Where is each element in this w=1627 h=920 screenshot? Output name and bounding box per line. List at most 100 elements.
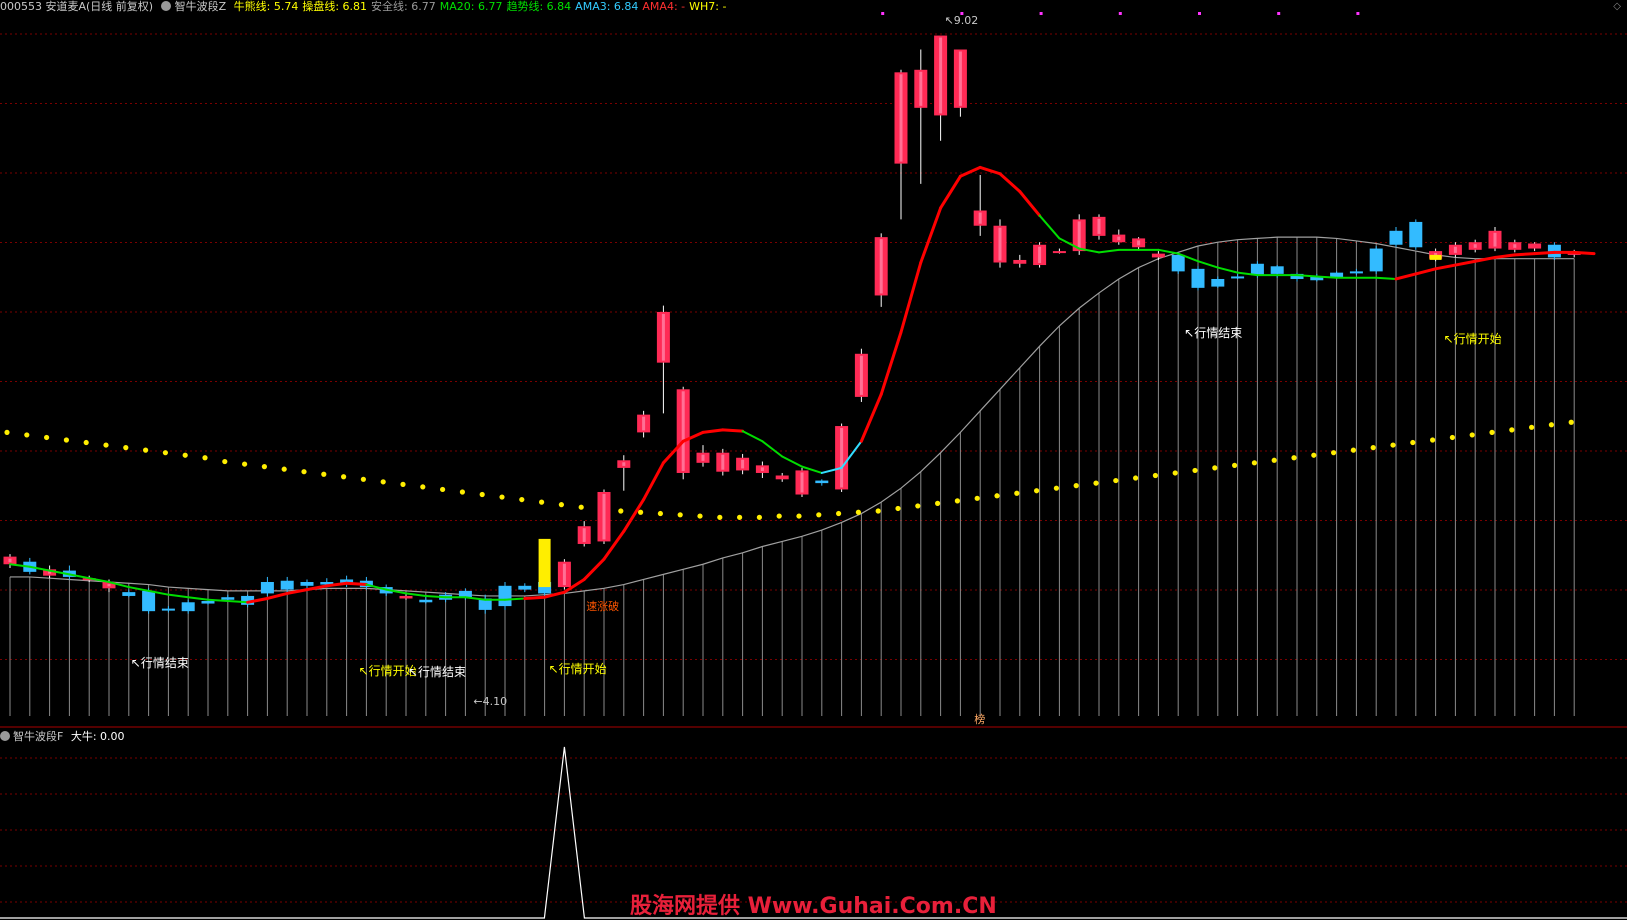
watermark-text: 股海网提供 Www.Guhai.Com.CN [630, 894, 997, 919]
trend-segment [741, 430, 764, 443]
candle-body [221, 597, 235, 600]
candle-body [142, 590, 156, 612]
candle-highlight [958, 51, 962, 106]
bull-bear-dot [519, 496, 525, 503]
candle-highlight [1473, 244, 1477, 248]
trend-segment [582, 557, 606, 581]
bull-bear-dots [4, 419, 1574, 520]
bull-bear-dot [123, 445, 129, 451]
trend-segment [187, 596, 209, 601]
trend-segment [1157, 248, 1180, 255]
trend-segment [1315, 275, 1338, 279]
candle-highlight [582, 528, 586, 542]
bull-bear-dot [558, 502, 565, 508]
trend-segment [1296, 274, 1318, 278]
bull-bear-dot [341, 474, 347, 480]
trend-segment [1375, 276, 1397, 280]
trend-segment [622, 498, 646, 533]
trend-segment [1216, 266, 1239, 274]
bull-bear-dot [1251, 460, 1257, 466]
candle-highlight [1513, 244, 1517, 248]
trend-segment [464, 596, 487, 601]
trend-segment [859, 392, 883, 443]
safe-line-verticals [9, 237, 1575, 716]
candle-body [1191, 268, 1205, 288]
trend-segment [701, 428, 725, 434]
safe-line [10, 236, 1575, 597]
bull-bear-dot [1548, 422, 1554, 428]
bull-bear-dot [44, 434, 50, 441]
candlestick-chart[interactable]: ↖9.02←4.10↖行情结束↖行情开始↖行情结束 ↖行情开始↖行情结束 ↖行情开始… [0, 0, 1627, 920]
candle-body [1052, 251, 1066, 254]
bull-bear-dot [400, 481, 406, 487]
candle-highlight [1493, 232, 1497, 247]
candle-body [1013, 259, 1027, 264]
candle-body [1171, 254, 1185, 272]
trend-segment [721, 428, 745, 433]
bull-bear-dot [1133, 475, 1139, 481]
bull-bear-dot [737, 514, 743, 520]
trend-segment [1453, 259, 1477, 267]
bull-bear-dot [479, 491, 485, 498]
trend-segment [1572, 250, 1596, 256]
candle-highlight [681, 391, 685, 471]
bull-bear-dot [756, 514, 763, 520]
bull-bear-dot [440, 486, 446, 493]
bull-bear-dot [1350, 447, 1356, 453]
candle-body [122, 592, 136, 596]
candle-body [1409, 221, 1423, 248]
bull-bear-dot [1311, 452, 1317, 458]
candle-body [1250, 263, 1264, 276]
top-marker [1198, 12, 1201, 15]
bull-bear-dot [1449, 434, 1455, 441]
bull-bear-dot [162, 450, 168, 456]
bull-bear-dot [1152, 472, 1158, 479]
trend-segment [642, 461, 665, 502]
candles [3, 35, 1581, 614]
bull-bear-dot [677, 512, 683, 518]
candle-body [1211, 278, 1225, 287]
bull-bear-dot [875, 508, 881, 514]
bull-bear-dot [222, 458, 228, 465]
candle-highlight [899, 74, 903, 162]
top-marker [881, 12, 885, 15]
trend-segment [207, 598, 229, 603]
bull-bear-dot [1430, 437, 1436, 443]
trend-segment [1513, 252, 1537, 257]
end-label: ↖行情结束 [1184, 326, 1242, 340]
trend-segment [761, 440, 784, 458]
bull-bear-dot [816, 512, 822, 518]
trend-segment [781, 455, 803, 468]
candle-body [1151, 253, 1165, 258]
bull-bear-dot [974, 495, 980, 501]
candle-highlight [642, 416, 646, 431]
top-marker [1118, 12, 1122, 15]
trend-segment [1434, 263, 1457, 271]
break-label: 速涨破 [586, 599, 619, 613]
bull-bear-dot [1113, 477, 1119, 484]
candle-body [181, 602, 195, 612]
trend-segment [226, 600, 249, 604]
bull-bear-dot [281, 466, 287, 472]
trend-segment [1038, 214, 1061, 240]
bull-bear-dot [1073, 483, 1079, 489]
candle-body [815, 480, 829, 484]
bull-bear-dot [539, 499, 545, 505]
candle-body [1270, 266, 1284, 274]
candle-highlight [741, 459, 745, 469]
bull-bear-dot [380, 479, 386, 485]
end-label: ↖行情结束 [131, 656, 189, 670]
bull-bear-dot [1212, 465, 1218, 471]
candle-highlight [1097, 218, 1101, 234]
candle-highlight [1117, 236, 1121, 241]
bull-bear-dot [1093, 480, 1099, 486]
annotations: ↖9.02←4.10↖行情结束↖行情开始↖行情结束 ↖行情开始↖行情结束 ↖行情开始… [131, 12, 1502, 726]
bull-bear-dot [1014, 490, 1020, 496]
candle-highlight [998, 227, 1002, 261]
bull-bear-dot [1034, 488, 1040, 494]
trend-segment [958, 165, 982, 178]
bull-bear-dot [1370, 445, 1376, 451]
bull-bear-dot [796, 513, 802, 519]
candle-body [1389, 230, 1403, 245]
start-label: ↖行情开始 [549, 662, 607, 676]
